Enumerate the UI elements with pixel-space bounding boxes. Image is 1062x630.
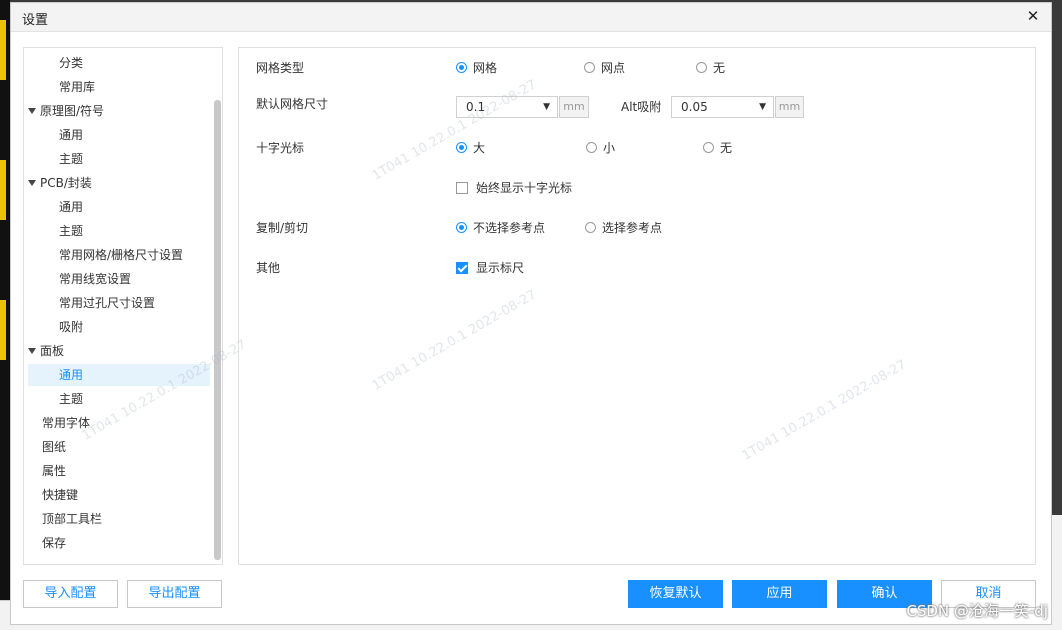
chevron-down-icon: ▼ (759, 102, 766, 112)
sidebar-item[interactable]: 主题 (28, 148, 210, 170)
settings-dialog: 设置 ✕ 分类 常用库 原理图/符号 通用 主题 PCB/封装 通用 主题 常用网格/栅格尺寸设… (10, 2, 1052, 625)
sidebar-item[interactable]: 通用 (28, 196, 210, 218)
sidebar-item[interactable]: 通用 (28, 124, 210, 146)
import-config-button[interactable]: 导入配置 (23, 580, 118, 608)
dialog-title: 设置 (22, 13, 49, 28)
title-bar: 设置 ✕ (11, 3, 1051, 32)
sidebar-item-label: 图纸 (42, 440, 67, 454)
sidebar-item-label: 顶部工具栏 (42, 512, 103, 526)
show-ruler-checkbox[interactable]: 显示标尺 (456, 260, 524, 276)
sidebar-item[interactable]: 分类 (28, 52, 210, 74)
grid-type-radio-none[interactable]: 无 (696, 60, 725, 76)
tree-scrollbar[interactable] (214, 100, 221, 560)
sidebar-item[interactable]: 面板 (28, 340, 210, 362)
sidebar-item[interactable]: 快捷键 (28, 484, 210, 506)
restore-defaults-button[interactable]: 恢复默认 (628, 580, 723, 608)
settings-content: 网格类型 网格 网点 无 默认网格尺寸 0.1 ▼ mm Alt吸附 0.05 … (238, 47, 1036, 565)
apply-button[interactable]: 应用 (732, 580, 827, 608)
sidebar-item[interactable]: 原理图/符号 (28, 100, 210, 122)
sidebar-item[interactable]: 常用网格/栅格尺寸设置 (28, 244, 210, 266)
expand-caret-icon[interactable] (28, 179, 36, 186)
alt-snap-unit: mm (775, 96, 804, 118)
expand-caret-icon[interactable] (28, 347, 36, 354)
copy-cut-radio-reference[interactable]: 选择参考点 (585, 220, 662, 236)
background-canvas-strip (0, 0, 10, 629)
sidebar-item[interactable]: 属性 (28, 460, 210, 482)
sidebar-item[interactable]: 通用 (28, 364, 210, 386)
grid-type-radio-dots[interactable]: 网点 (584, 60, 625, 76)
sidebar-item-label: 原理图/符号 (40, 104, 105, 118)
sidebar-item-label: 常用网格/栅格尺寸设置 (59, 248, 184, 262)
sidebar-item-label: 通用 (59, 200, 84, 214)
sidebar-item-label: 快捷键 (42, 488, 79, 502)
sidebar-item-label: 吸附 (59, 320, 84, 334)
copy-cut-label: 复制/剪切 (256, 221, 309, 235)
sidebar-item-label: 通用 (59, 128, 84, 142)
crosshair-radio-small[interactable]: 小 (586, 140, 615, 156)
grid-size-select[interactable]: 0.1 ▼ (456, 96, 558, 118)
sidebar-item-label: 保存 (42, 536, 67, 550)
sidebar-item[interactable]: 常用字体 (28, 412, 210, 434)
settings-tree: 分类 常用库 原理图/符号 通用 主题 PCB/封装 通用 主题 常用网格/栅格尺寸设置 常用线宽… (23, 47, 223, 565)
sidebar-item-label: 主题 (59, 224, 84, 238)
background-right-strip (1052, 515, 1062, 605)
alt-snap-select[interactable]: 0.05 ▼ (671, 96, 774, 118)
sidebar-item[interactable]: 常用线宽设置 (28, 268, 210, 290)
sidebar-item-label: 属性 (42, 464, 67, 478)
crosshair-label: 十字光标 (256, 141, 305, 155)
sidebar-item[interactable]: 主题 (28, 388, 210, 410)
export-config-button[interactable]: 导出配置 (127, 580, 222, 608)
grid-size-unit: mm (559, 96, 589, 118)
sidebar-item[interactable]: 保存 (28, 532, 210, 554)
sidebar-item[interactable]: 主题 (28, 220, 210, 242)
sidebar-item[interactable]: 顶部工具栏 (28, 508, 210, 530)
crosshair-radio-none[interactable]: 无 (703, 140, 732, 156)
csdn-watermark: CSDN @沧海一笑-dj (906, 602, 1048, 620)
sidebar-item-label: 分类 (59, 56, 84, 70)
expand-caret-icon[interactable] (28, 107, 36, 114)
sidebar-item-label: 常用线宽设置 (59, 272, 132, 286)
sidebar-item-label: 常用过孔尺寸设置 (59, 296, 156, 310)
sidebar-item[interactable]: 常用过孔尺寸设置 (28, 292, 210, 314)
sidebar-item-label: 通用 (59, 368, 84, 382)
sidebar-item[interactable]: PCB/封装 (28, 172, 210, 194)
copy-cut-radio-no-reference[interactable]: 不选择参考点 (456, 220, 545, 236)
always-show-crosshair-checkbox[interactable]: 始终显示十字光标 (456, 180, 572, 196)
grid-type-radio-grid[interactable]: 网格 (456, 60, 497, 76)
sidebar-item-label: 面板 (40, 344, 65, 358)
sidebar-item[interactable]: 图纸 (28, 436, 210, 458)
grid-size-label: 默认网格尺寸 (256, 97, 329, 111)
sidebar-item-label: 常用库 (59, 80, 96, 94)
sidebar-item-label: PCB/封装 (40, 176, 92, 190)
alt-snap-label: Alt吸附 (621, 100, 662, 114)
chevron-down-icon: ▼ (543, 102, 550, 112)
crosshair-radio-large[interactable]: 大 (456, 140, 485, 156)
grid-type-label: 网格类型 (256, 61, 305, 75)
close-icon[interactable]: ✕ (1023, 6, 1043, 26)
sidebar-item-label: 主题 (59, 152, 84, 166)
sidebar-item[interactable]: 吸附 (28, 316, 210, 338)
sidebar-item[interactable]: 常用库 (28, 76, 210, 98)
other-label: 其他 (256, 261, 281, 275)
sidebar-item-label: 主题 (59, 392, 84, 406)
sidebar-item-label: 常用字体 (42, 416, 91, 430)
